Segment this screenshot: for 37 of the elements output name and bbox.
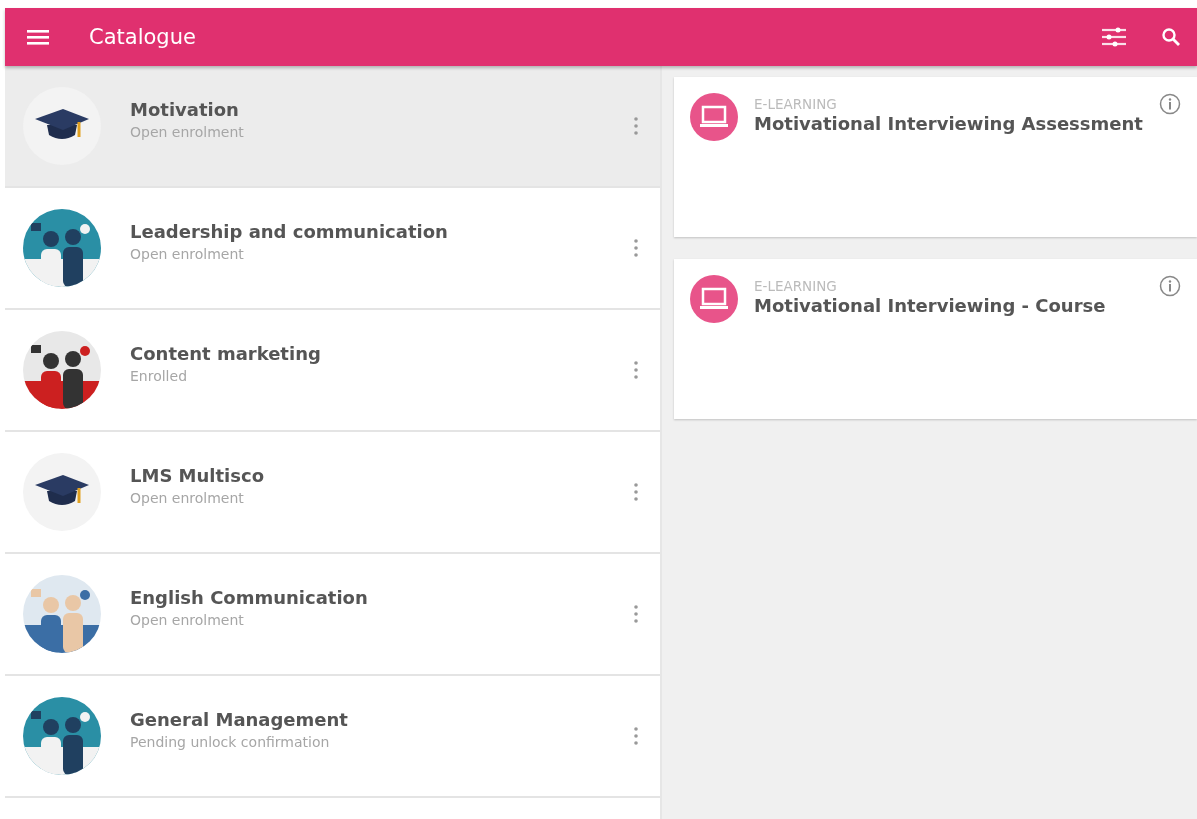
- course-title: General Management: [130, 708, 348, 730]
- course-title: Motivation: [130, 98, 239, 120]
- activity-type: E-LEARNING: [754, 96, 837, 112]
- course-title: English Communication: [130, 586, 368, 608]
- activity-card[interactable]: E-LEARNING Motivational Interviewing Assessment: [674, 77, 1197, 237]
- more-vertical-icon: [634, 361, 638, 379]
- menu-icon: [27, 28, 49, 46]
- sliders-icon: [1101, 26, 1127, 48]
- enrolment-status: Open enrolment: [130, 245, 244, 262]
- enrolment-status: Open enrolment: [130, 611, 244, 628]
- more-vertical-icon: [634, 483, 638, 501]
- graduation-cap-icon: [23, 453, 101, 531]
- info-icon: [1159, 275, 1181, 297]
- activity-title: Motivational Interviewing Assessment: [754, 113, 1143, 134]
- more-vertical-icon: [634, 117, 638, 135]
- graduation-cap-icon: [23, 87, 101, 165]
- more-vertical-icon: [634, 605, 638, 623]
- activity-title: Motivational Interviewing - Course: [754, 295, 1106, 316]
- info-button[interactable]: [1159, 275, 1181, 297]
- laptop-icon: [690, 275, 738, 323]
- enrolment-status: Pending unlock confirmation: [130, 733, 330, 750]
- activity-type: E-LEARNING: [754, 278, 837, 294]
- info-icon: [1159, 93, 1181, 115]
- activity-card[interactable]: E-LEARNING Motivational Interviewing - Course: [674, 259, 1197, 419]
- course-title: LMS Multisco: [130, 464, 265, 486]
- app-title: Catalogue: [89, 25, 197, 49]
- course-row[interactable]: Motivation Open enrolment: [5, 66, 660, 188]
- more-vertical-icon: [634, 239, 638, 257]
- info-button[interactable]: [1159, 93, 1181, 115]
- search-icon: [1161, 27, 1181, 47]
- enrolment-status: Enrolled: [130, 367, 187, 384]
- enrolment-status: Open enrolment: [130, 123, 244, 140]
- laptop-icon: [690, 93, 738, 141]
- enrolment-status: Open enrolment: [130, 489, 244, 506]
- course-title: Content marketing: [130, 342, 321, 364]
- course-title: Leadership and communication: [130, 220, 448, 242]
- more-vertical-icon: [634, 727, 638, 745]
